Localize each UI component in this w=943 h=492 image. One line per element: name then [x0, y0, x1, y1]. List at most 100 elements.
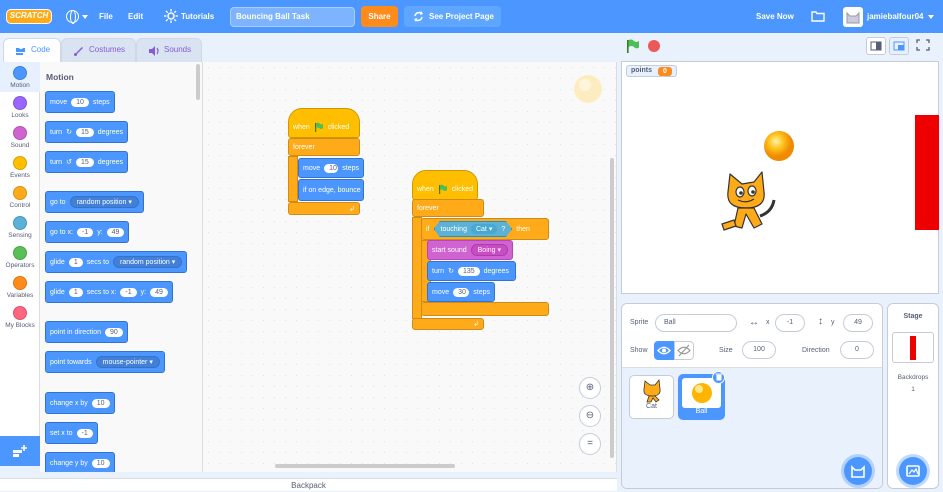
palette-block-move[interactable]: move 10 steps [45, 91, 115, 113]
delete-sprite-button[interactable] [712, 371, 725, 384]
script2-when-flag-clicked[interactable]: when clicked [412, 170, 478, 200]
block-number-input[interactable]: 30 [453, 287, 470, 297]
show-hidden-button[interactable] [674, 341, 694, 360]
stage-selector[interactable]: Stage Backdrops 1 [887, 303, 939, 489]
zoom-out-button[interactable]: ⊖ [579, 405, 601, 427]
script2-move-steps[interactable]: move 30 steps [427, 282, 495, 302]
category-variables[interactable]: Variables [0, 272, 40, 302]
script1-forever[interactable]: forever [288, 138, 360, 156]
see-project-page-button[interactable]: See Project Page [404, 6, 501, 27]
block-number-input[interactable]: -1 [76, 428, 93, 438]
code-workspace[interactable]: when clicked forever move 10 steps if on e… [203, 62, 617, 472]
palette-block-change-y[interactable]: change y by 10 [45, 452, 115, 472]
palette-block-point-towards[interactable]: point towards mouse-pointer ▾ [45, 351, 165, 373]
stage-canvas[interactable]: points 0 [621, 61, 939, 294]
y-position-input[interactable]: 49 [843, 314, 873, 332]
block-number-input[interactable]: 10 [324, 163, 339, 173]
size-input[interactable]: 100 [742, 341, 776, 359]
block-number-input[interactable]: 10 [71, 97, 89, 107]
fullscreen-button[interactable] [914, 37, 934, 55]
stop-button[interactable] [648, 40, 660, 52]
palette-block-go-to[interactable]: go to random position ▾ [45, 191, 144, 213]
script1-when-flag-clicked[interactable]: when clicked [288, 108, 360, 138]
script2-turn-degrees[interactable]: turn ↻ 135 degrees [427, 261, 516, 281]
palette-block-glide-to[interactable]: glide 1 secs to random position ▾ [45, 251, 188, 273]
green-flag-icon[interactable] [626, 39, 640, 53]
palette-block-set-x[interactable]: set x to -1 [45, 422, 98, 444]
project-title-input[interactable]: Bouncing Ball Task [230, 7, 355, 27]
category-motion[interactable]: Motion [0, 62, 40, 92]
palette-block-point-in-direction[interactable]: point in direction 90 [45, 321, 128, 343]
block-number-input[interactable]: 10 [91, 458, 110, 468]
palette-scrollbar[interactable] [196, 64, 200, 100]
ball-sprite[interactable] [763, 130, 795, 162]
script1-if-on-edge-bounce[interactable]: if on edge, bounce [298, 179, 364, 201]
backpack[interactable]: Backpack [0, 478, 617, 491]
script1-move-steps[interactable]: move 10 steps [298, 158, 364, 178]
script2-if-then[interactable]: if touching Cat ▾ ? then [421, 218, 549, 240]
block-number-input[interactable]: 49 [150, 287, 168, 297]
category-operators[interactable]: Operators [0, 242, 40, 272]
category-sensing[interactable]: Sensing [0, 212, 40, 242]
palette-block-go-to-xy[interactable]: go to x: -1 y: 49 [45, 221, 130, 243]
cat-sprite[interactable] [720, 170, 778, 240]
block-dropdown[interactable]: mouse-pointer ▾ [95, 356, 160, 368]
palette-block-change-x[interactable]: change x by 10 [45, 392, 115, 414]
block-number-input[interactable]: 1 [68, 257, 83, 267]
tab-costumes[interactable]: Costumes [61, 38, 136, 62]
script2-start-sound[interactable]: start sound Boing ▾ [427, 240, 513, 260]
block-dropdown[interactable]: random position ▾ [112, 256, 183, 268]
block-number-input[interactable]: 15 [75, 127, 94, 137]
scratch-logo[interactable]: SCRATCH [6, 9, 52, 24]
workspace-vertical-scrollbar[interactable] [610, 158, 614, 458]
palette-block-glide-to-xy[interactable]: glide 1 secs to x: -1 y: 49 [45, 281, 173, 303]
zoom-in-button[interactable]: ⊕ [579, 377, 601, 399]
add-extension-button[interactable] [0, 436, 40, 466]
category-control[interactable]: Control [0, 182, 40, 212]
sprite-tile-ball[interactable]: Ball [678, 371, 725, 420]
block-number-input[interactable]: -1 [120, 287, 137, 297]
block-number-input[interactable]: 49 [106, 227, 125, 237]
script2-forever[interactable]: forever [412, 199, 484, 217]
category-sound[interactable]: Sound [0, 122, 40, 152]
block-dropdown[interactable]: Cat ▾ [470, 224, 498, 234]
small-stage-button[interactable] [866, 37, 886, 55]
block-dropdown[interactable]: random position ▾ [69, 196, 139, 208]
workspace-horizontal-scrollbar[interactable] [275, 464, 455, 468]
block-number-input[interactable]: 135 [457, 266, 480, 276]
x-position-input[interactable]: -1 [775, 314, 805, 332]
avatar[interactable] [843, 7, 863, 27]
block-number-input[interactable]: 10 [91, 398, 110, 408]
direction-input[interactable]: 0 [840, 341, 874, 359]
block-number-input[interactable]: 90 [104, 327, 123, 337]
file-menu[interactable]: File [99, 0, 113, 33]
share-button[interactable]: Share [361, 6, 398, 27]
tab-sounds[interactable]: Sounds [136, 38, 202, 62]
block-number-input[interactable]: 1 [68, 287, 83, 297]
my-stuff-folder-icon[interactable] [811, 10, 825, 22]
zoom-in-icon: ⊕ [585, 382, 595, 393]
speaker-icon [149, 46, 159, 56]
category-my-blocks[interactable]: My Blocks [0, 302, 40, 332]
show-visible-button[interactable] [654, 341, 674, 360]
tab-code[interactable]: Code [3, 38, 61, 63]
zoom-reset-button[interactable]: = [579, 433, 601, 455]
edit-menu[interactable]: Edit [128, 0, 143, 33]
category-events[interactable]: Events [0, 152, 40, 182]
palette-block-turn-left[interactable]: turn ↺ 15 degrees [45, 151, 129, 173]
choose-sprite-button[interactable] [844, 457, 872, 485]
username-menu[interactable]: jamiebalfour04 [867, 0, 923, 33]
block-number-input[interactable]: -1 [76, 227, 94, 237]
sprite-tile-cat[interactable]: Cat [629, 375, 674, 419]
sprite-name-input[interactable]: Ball [655, 314, 737, 332]
language-globe-icon[interactable] [66, 10, 79, 24]
touching-boolean[interactable]: touching Cat ▾ ? [433, 221, 513, 237]
block-dropdown[interactable]: Boing ▾ [470, 244, 509, 256]
palette-block-turn-right[interactable]: turn ↻ 15 degrees [45, 121, 129, 143]
category-looks[interactable]: Looks [0, 92, 40, 122]
large-stage-button[interactable] [889, 37, 909, 55]
choose-backdrop-button[interactable] [899, 457, 927, 485]
block-number-input[interactable]: 15 [75, 157, 94, 167]
tutorials-menu[interactable]: Tutorials [181, 0, 214, 33]
save-now-button[interactable]: Save Now [756, 0, 794, 33]
